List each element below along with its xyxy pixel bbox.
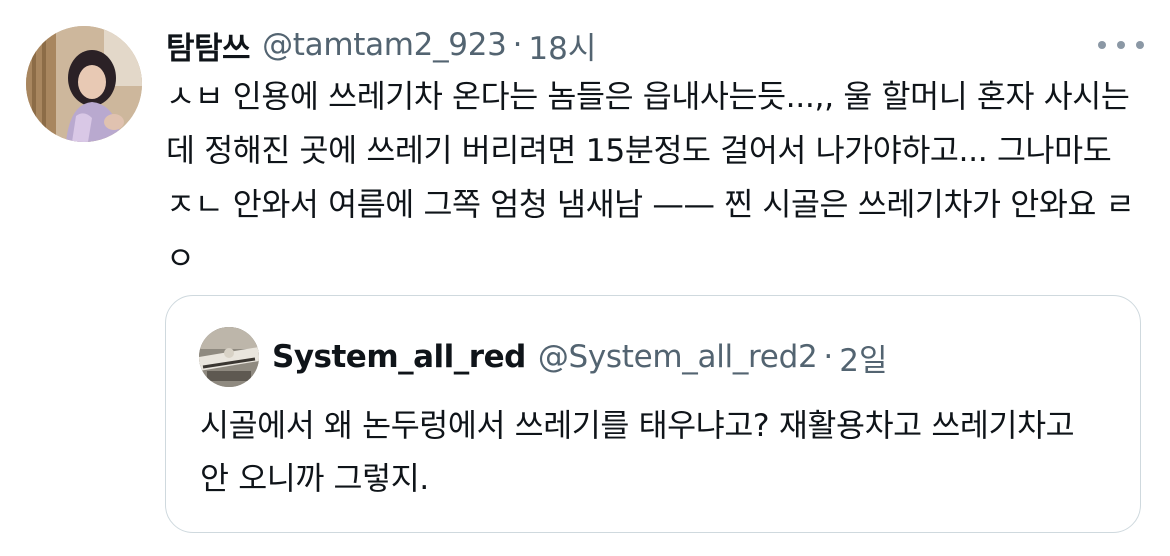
separator-dot: · <box>512 27 523 63</box>
more-horizontal-icon[interactable] <box>1098 32 1144 58</box>
more-dot <box>1117 41 1125 49</box>
quoted-tweet-text: 시골에서 왜 논두렁에서 쓰레기를 태우냐고? 재활용차고 쓰레기차고 안 오니… <box>200 408 1075 497</box>
tweet: 탐탐쓰 @tamtam2_923 · 18시 ㅅㅂ 인용에 쓰레기차 온다는 놈… <box>0 0 1170 556</box>
quoted-tweet-card[interactable]: System_all_red @System_all_red2 · 2일 시골에… <box>165 295 1141 533</box>
avatar-image <box>26 26 142 142</box>
author-handle[interactable]: @tamtam2_923 <box>262 27 507 63</box>
more-dot <box>1098 41 1106 49</box>
tweet-timestamp[interactable]: 18시 <box>528 23 596 68</box>
quoted-tweet-timestamp[interactable]: 2일 <box>839 335 887 380</box>
more-dot <box>1136 41 1144 49</box>
quoted-author-display-name[interactable]: System_all_red <box>272 339 526 375</box>
quoted-separator-dot: · <box>823 339 834 375</box>
quoted-tweet-header: System_all_red @System_all_red2 · 2일 <box>272 334 887 380</box>
tweet-text: ㅅㅂ 인용에 쓰레기차 온다는 놈들은 읍내사는듯...,, 울 할머니 혼자 … <box>166 79 1135 277</box>
quoted-author-handle[interactable]: @System_all_red2 <box>538 339 818 375</box>
tweet-header: 탐탐쓰 @tamtam2_923 · 18시 <box>166 22 596 68</box>
quoted-avatar-image <box>199 327 259 387</box>
quoted-avatar[interactable] <box>199 327 259 387</box>
avatar[interactable] <box>26 26 142 142</box>
author-display-name[interactable]: 탐탐쓰 <box>166 23 251 68</box>
